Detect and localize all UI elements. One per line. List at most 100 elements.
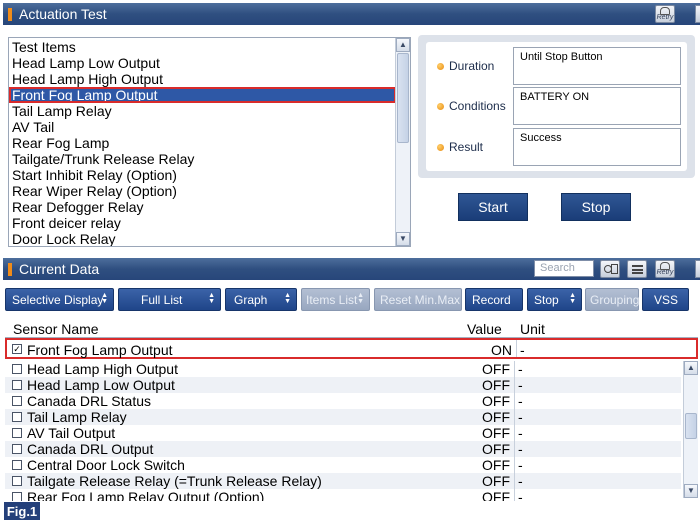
test-item[interactable]: Door Lock Relay xyxy=(9,231,396,246)
section-marker-icon xyxy=(8,7,12,21)
pinned-data-row[interactable]: ✓ Front Fog Lamp Output ON - xyxy=(5,338,698,359)
data-table-scrollbar[interactable]: ▲ ▼ xyxy=(683,361,698,498)
column-divider xyxy=(514,457,515,473)
data-row[interactable]: Rear Fog Lamp Relay Output (Option) OFF - xyxy=(5,489,681,501)
column-divider xyxy=(514,393,515,409)
row-value: OFF xyxy=(482,441,510,457)
row-unit: - xyxy=(518,489,523,501)
duration-label: Duration xyxy=(449,59,495,73)
search-input[interactable]: Search xyxy=(534,260,594,277)
row-value: OFF xyxy=(482,489,510,501)
retry-icon[interactable]: Retry xyxy=(655,5,675,23)
value-column-header[interactable]: Value xyxy=(467,321,502,337)
row-checkbox[interactable] xyxy=(12,460,22,470)
column-divider xyxy=(514,441,515,457)
stop-record-button[interactable]: Stop ▲ ▼ xyxy=(527,288,582,311)
row-unit: - xyxy=(518,441,523,457)
data-row[interactable]: Tail Lamp Relay OFF - xyxy=(5,409,681,425)
column-divider xyxy=(514,361,515,377)
row-checkbox[interactable] xyxy=(12,428,22,438)
test-item[interactable]: Head Lamp High Output xyxy=(9,71,396,87)
row-checkbox[interactable] xyxy=(12,364,22,374)
test-item[interactable]: Start Inhibit Relay (Option) xyxy=(9,167,396,183)
figure-label: Fig.1 xyxy=(4,502,40,520)
start-button[interactable]: Start xyxy=(458,193,528,221)
column-divider xyxy=(516,340,517,357)
graph-button[interactable]: Graph ▲ ▼ xyxy=(225,288,297,311)
stop-button[interactable]: Stop xyxy=(561,193,631,221)
test-item[interactable]: Tail Lamp Relay xyxy=(9,103,396,119)
row-sensor-name: Central Door Lock Switch xyxy=(27,457,185,473)
retry-icon-label: Retry xyxy=(656,269,674,276)
row-sensor-name: Rear Fog Lamp Relay Output (Option) xyxy=(27,489,265,501)
data-row[interactable]: AV Tail Output OFF - xyxy=(5,425,681,441)
test-item[interactable]: AV Tail xyxy=(9,119,396,135)
graph-label: Graph xyxy=(234,292,268,307)
test-item[interactable]: Front Fog Lamp Output xyxy=(9,87,396,103)
row-checkbox[interactable] xyxy=(12,412,22,422)
test-item[interactable]: Head Lamp Low Output xyxy=(9,55,396,71)
list-lines-glyph xyxy=(632,265,643,274)
search-icon[interactable] xyxy=(600,260,620,278)
scroll-up-icon[interactable]: ▲ xyxy=(396,38,410,52)
window-edge-icon[interactable] xyxy=(695,260,700,278)
result-row: Result Success xyxy=(426,128,687,168)
test-item[interactable]: Front deicer relay xyxy=(9,215,396,231)
data-row[interactable]: Central Door Lock Switch OFF - xyxy=(5,457,681,473)
vss-button[interactable]: VSS xyxy=(642,288,689,311)
selective-display-button[interactable]: Selective Display ▲ ▼ xyxy=(5,288,114,311)
sensor-name-column-header[interactable]: Sensor Name xyxy=(13,321,99,337)
reset-min-max-button[interactable]: Reset Min.Max xyxy=(374,288,462,311)
column-divider xyxy=(514,377,515,393)
actuation-test-header: Actuation Test Retry xyxy=(3,3,700,25)
row-checkbox[interactable] xyxy=(12,492,22,501)
row-value: OFF xyxy=(482,377,510,393)
test-item[interactable]: Rear Fog Lamp xyxy=(9,135,396,151)
row-checkbox[interactable] xyxy=(12,396,22,406)
data-rows-area: Head Lamp High Output OFF - Head Lamp Low O… xyxy=(5,361,698,501)
updown-arrows-icon: ▲ ▼ xyxy=(208,292,215,305)
test-info-inner: Duration Until Stop Button Conditions BA… xyxy=(426,42,687,171)
test-items-list[interactable]: Test Items Head Lamp Low Output Head Lamp… xyxy=(8,37,411,247)
scroll-up-icon[interactable]: ▲ xyxy=(684,361,698,375)
actuation-test-title: Actuation Test xyxy=(19,6,107,22)
row-unit: - xyxy=(518,409,523,425)
test-item[interactable]: Tailgate/Trunk Release Relay xyxy=(9,151,396,167)
list-icon[interactable] xyxy=(627,260,647,278)
test-items-header: Test Items xyxy=(12,39,76,55)
updown-arrows-icon: ▲ ▼ xyxy=(101,292,108,305)
record-label: Record xyxy=(472,292,511,307)
scroll-thumb[interactable] xyxy=(685,413,697,439)
data-row[interactable]: Canada DRL Output OFF - xyxy=(5,441,681,457)
row-sensor-name: AV Tail Output xyxy=(27,425,116,441)
scroll-down-icon[interactable]: ▼ xyxy=(684,484,698,498)
row-value: OFF xyxy=(482,457,510,473)
grouping-button[interactable]: Grouping xyxy=(585,288,639,311)
test-info-panel: Duration Until Stop Button Conditions BA… xyxy=(418,35,695,178)
data-row[interactable]: Head Lamp Low Output OFF - xyxy=(5,377,681,393)
scroll-thumb[interactable] xyxy=(397,53,409,143)
test-item[interactable]: Rear Wiper Relay (Option) xyxy=(9,183,396,199)
column-divider xyxy=(514,425,515,441)
unit-column-header[interactable]: Unit xyxy=(520,321,545,337)
row-checkbox[interactable] xyxy=(12,380,22,390)
record-button[interactable]: Record xyxy=(465,288,523,311)
test-list-scrollbar[interactable]: ▲ ▼ xyxy=(395,38,410,246)
row-checkbox[interactable] xyxy=(12,444,22,454)
conditions-value: BATTERY ON xyxy=(513,87,681,125)
items-list-button[interactable]: Items List ▲ ▼ xyxy=(301,288,370,311)
scroll-down-icon[interactable]: ▼ xyxy=(396,232,410,246)
data-row[interactable]: Head Lamp High Output OFF - xyxy=(5,361,681,377)
data-row[interactable]: Canada DRL Status OFF - xyxy=(5,393,681,409)
conditions-row: Conditions BATTERY ON xyxy=(426,87,687,127)
row-unit: - xyxy=(518,473,523,489)
data-row[interactable]: Tailgate Release Relay (=Trunk Release R… xyxy=(5,473,681,489)
full-list-button[interactable]: Full List ▲ ▼ xyxy=(118,288,221,311)
row-checkbox[interactable] xyxy=(12,476,22,486)
row-checkbox[interactable]: ✓ xyxy=(12,344,22,354)
selective-display-label: Selective Display xyxy=(12,292,104,307)
window-edge-icon[interactable] xyxy=(695,5,700,23)
updown-arrows-icon: ▲ ▼ xyxy=(284,292,291,305)
test-item[interactable]: Rear Defogger Relay xyxy=(9,199,396,215)
retry-icon[interactable]: Retry xyxy=(655,260,675,278)
